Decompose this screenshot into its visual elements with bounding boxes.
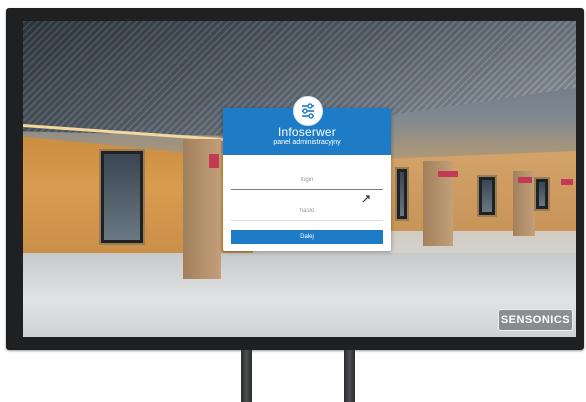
background-sign [518,177,532,183]
background-kiosk [477,175,497,217]
login-input[interactable] [231,171,383,190]
monitor-stand-leg [344,350,355,402]
background-kiosk [99,149,145,245]
login-title: Infoserwer [277,125,337,139]
screen: Infoserwer panel administracyjny Dalej S… [23,21,576,337]
background-kiosk [395,167,409,221]
background-sign [438,171,458,177]
monitor-frame: Infoserwer panel administracyjny Dalej S… [6,8,584,350]
sliders-icon [293,96,323,126]
background-sign [561,179,573,185]
next-button[interactable]: Dalej [231,230,383,244]
login-header: Infoserwer panel administracyjny [223,96,391,155]
login-subtitle: panel administracyjny [273,139,341,146]
background-floor [23,253,576,337]
monitor-stand-leg [241,350,252,402]
background-kiosk [534,177,550,211]
brand-logo: SENSONICS [498,309,573,331]
login-panel: Infoserwer panel administracyjny Dalej [223,96,391,251]
password-input[interactable] [231,202,383,221]
background-sign [209,154,219,168]
